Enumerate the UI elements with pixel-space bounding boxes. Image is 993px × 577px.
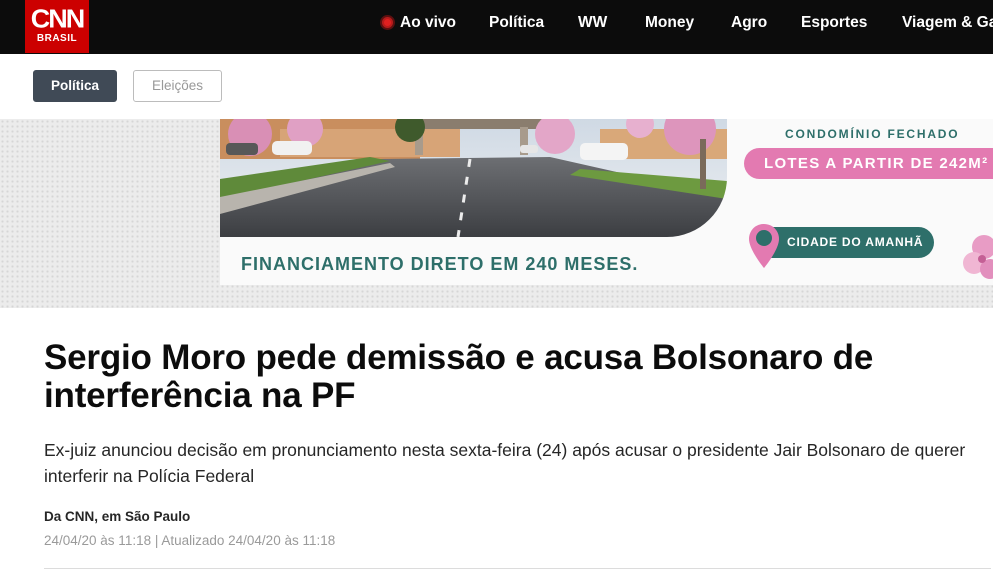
live-indicator-icon bbox=[380, 15, 395, 30]
article-headline: Sergio Moro pede demissão e acusa Bolson… bbox=[44, 338, 874, 415]
nav-item-agro[interactable]: Agro bbox=[731, 13, 767, 33]
nav-item-esportes[interactable]: Esportes bbox=[801, 13, 867, 33]
nav-item-politica[interactable]: Política bbox=[489, 13, 544, 33]
ad-financing-text: FINANCIAMENTO DIRETO EM 240 MESES. bbox=[241, 254, 639, 274]
tag-eleicoes[interactable]: Eleições bbox=[133, 70, 222, 102]
ad-condo-label: CONDOMÍNIO FECHADO bbox=[785, 127, 960, 141]
divider bbox=[44, 568, 991, 569]
article-subheadline: Ex-juiz anunciou decisão em pronunciamen… bbox=[44, 440, 966, 486]
location-pin-icon bbox=[749, 224, 779, 268]
nav-item-viagem[interactable]: Viagem & Ga bbox=[902, 13, 993, 33]
ad-condominium-photo bbox=[220, 119, 727, 237]
logo-text: CNN bbox=[30, 4, 86, 34]
nav-item-ww[interactable]: WW bbox=[578, 13, 607, 33]
ad-lots-badge: LOTES A PARTIR DE 242M² bbox=[744, 148, 993, 179]
cnn-brasil-logo[interactable]: CNN BRASIL bbox=[25, 0, 89, 53]
top-navigation: CNN BRASIL Ao vivo Política WW Money Agr… bbox=[0, 0, 993, 54]
ad-city-badge: CIDADE DO AMANHÃ bbox=[760, 227, 934, 258]
nav-item-money[interactable]: Money bbox=[645, 13, 694, 33]
article-byline: Da CNN, em São Paulo bbox=[44, 509, 191, 524]
logo-subtext: BRASIL bbox=[36, 33, 78, 44]
nav-item-ao-vivo[interactable]: Ao vivo bbox=[400, 13, 456, 33]
article-timestamp: 24/04/20 às 11:18 | Atualizado 24/04/20 … bbox=[44, 533, 336, 548]
advertisement-banner[interactable]: FINANCIAMENTO DIRETO EM 240 MESES. CONDO… bbox=[220, 119, 993, 285]
tag-politica[interactable]: Política bbox=[33, 70, 117, 102]
flower-decoration-icon bbox=[963, 235, 993, 279]
